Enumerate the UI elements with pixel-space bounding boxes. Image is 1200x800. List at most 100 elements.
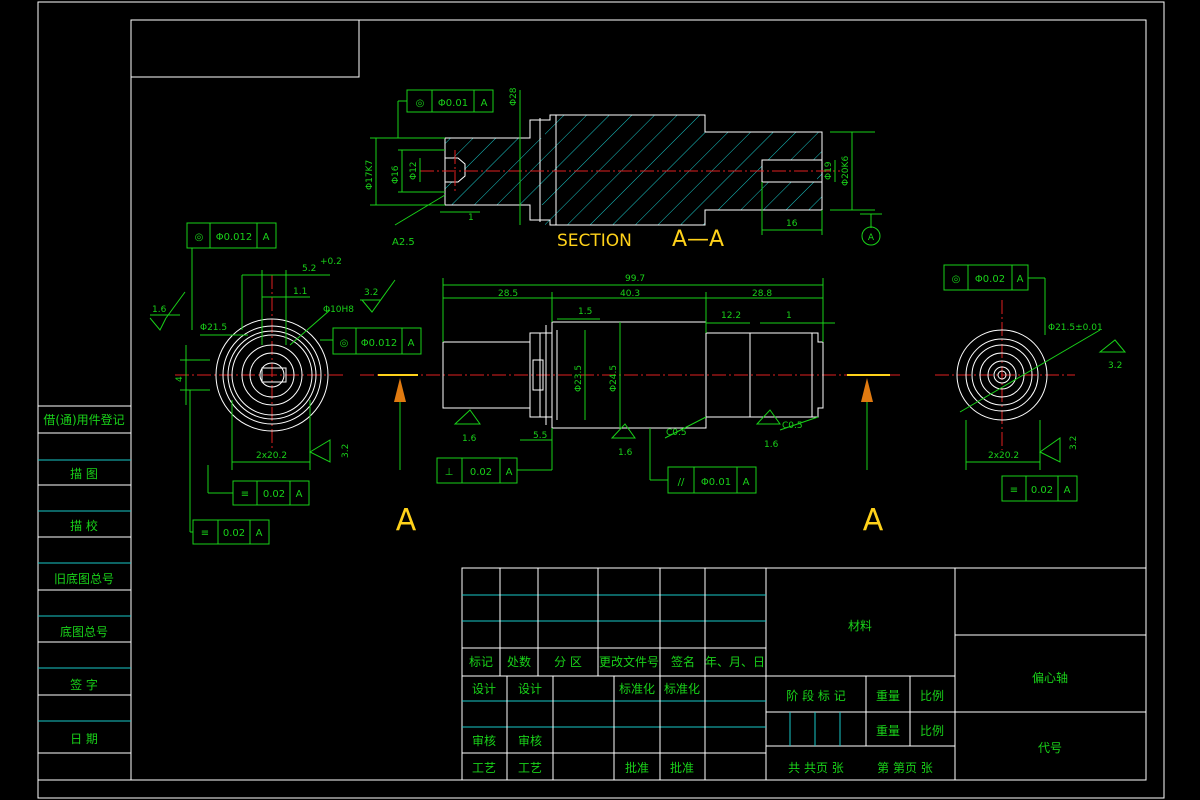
svg-text:更改文件号: 更改文件号 [599, 654, 659, 669]
svg-text:1.6: 1.6 [618, 448, 633, 458]
svg-text:A: A [481, 98, 488, 109]
svg-text:≡: ≡ [1010, 485, 1018, 496]
svg-text:◎: ◎ [340, 338, 349, 349]
material-label: 材料 [848, 619, 872, 633]
svg-text:Φ21.5±0.01: Φ21.5±0.01 [1048, 323, 1103, 333]
svg-text:16: 16 [786, 219, 798, 229]
svg-text:分 区: 分 区 [554, 655, 582, 669]
svg-text:年、月、日: 年、月、日 [705, 655, 765, 669]
svg-text:+0.2: +0.2 [320, 257, 342, 267]
svg-text:99.7: 99.7 [625, 274, 645, 284]
svg-text:1.6: 1.6 [152, 305, 167, 315]
svg-text:重量: 重量 [876, 689, 900, 703]
side-label-3: 描 校 [70, 518, 98, 533]
svg-text:1: 1 [468, 213, 474, 223]
svg-text:A: A [1064, 485, 1071, 496]
svg-text:阶 段 标 记: 阶 段 标 记 [786, 688, 845, 703]
svg-text:28.5: 28.5 [498, 289, 518, 299]
tol-frame-left-sym2: ≡ 0.02 A [189, 390, 270, 545]
svg-text:≡: ≡ [201, 528, 209, 539]
svg-text:1.5: 1.5 [578, 307, 592, 317]
svg-text:标准化: 标准化 [619, 682, 655, 696]
tol-frame-left-top: ◎ Φ0.012 A [186, 222, 277, 330]
svg-text:签名: 签名 [671, 654, 695, 669]
tol-frame-left-sym1: ≡ 0.02 A [207, 465, 310, 506]
svg-text:设计: 设计 [472, 682, 496, 696]
side-panel: 借(通)用件登记 描 图 描 校 旧底图总号 底图总号 签 字 日 期 [37, 405, 132, 781]
svg-text:C0.5: C0.5 [782, 421, 803, 431]
svg-text:4: 4 [175, 376, 185, 382]
svg-text:共 共页 张: 共 共页 张 [788, 761, 844, 775]
svg-text:Φ17K7: Φ17K7 [365, 160, 375, 190]
svg-text:Φ12: Φ12 [409, 161, 419, 180]
front-view: A A 99.7 28.5 40.3 28.8 1.5 12.2 1 5.5 Φ… [360, 274, 900, 538]
svg-text:◎: ◎ [195, 232, 204, 243]
svg-text:0.02: 0.02 [470, 467, 492, 478]
svg-text:2x20.2: 2x20.2 [256, 451, 287, 461]
svg-text:3.2: 3.2 [1069, 436, 1079, 450]
svg-text:Φ0.01: Φ0.01 [701, 477, 731, 488]
svg-text:12.2: 12.2 [721, 311, 741, 321]
title-block: 标记 处数 分 区 更改文件号 签名 年、月、日 设计 设计 标准化 标准化 审… [461, 567, 1147, 781]
svg-text:审核: 审核 [518, 733, 542, 748]
svg-text:A: A [743, 477, 750, 488]
svg-text://: // [678, 477, 685, 488]
svg-text:重量: 重量 [876, 724, 900, 738]
svg-text:Φ23.5: Φ23.5 [574, 365, 584, 392]
section-mark: A—A [672, 227, 724, 252]
code-label: 代号 [1038, 741, 1062, 755]
svg-text:A: A [1017, 274, 1024, 285]
svg-text:A: A [868, 233, 875, 243]
svg-text:3.2: 3.2 [1108, 361, 1122, 371]
svg-text:A: A [256, 528, 263, 539]
side-label-4: 旧底图总号 [54, 571, 114, 586]
svg-text:A: A [506, 467, 513, 478]
tol-frame-right-sym: ≡ 0.02 A [1001, 475, 1078, 502]
svg-text:Φ0.02: Φ0.02 [975, 274, 1005, 285]
svg-text:Φ24.5: Φ24.5 [609, 365, 619, 392]
svg-text:⊥: ⊥ [445, 467, 454, 478]
svg-text:工艺: 工艺 [518, 761, 542, 775]
svg-text:标记: 标记 [469, 655, 493, 669]
tol-frame-1: ◎ Φ0.01 A [397, 89, 494, 138]
svg-text:1: 1 [786, 311, 792, 321]
svg-text:A: A [408, 338, 415, 349]
svg-text:Φ28: Φ28 [509, 87, 519, 106]
svg-text:Φ16: Φ16 [391, 165, 401, 184]
svg-text:0.02: 0.02 [263, 489, 285, 500]
svg-text:Φ0.01: Φ0.01 [438, 98, 468, 109]
svg-text:A2.5: A2.5 [392, 237, 415, 248]
svg-text:工艺: 工艺 [472, 761, 496, 775]
right-end-view: ◎ Φ0.02 A Φ21.5±0.01 3.2 2x20.2 3.2 ≡ 0.… [935, 264, 1127, 502]
svg-text:1.1: 1.1 [293, 287, 307, 297]
svg-text:A: A [263, 232, 270, 243]
svg-text:2x20.2: 2x20.2 [988, 451, 1019, 461]
svg-text:≡: ≡ [241, 489, 249, 500]
svg-text:◎: ◎ [416, 98, 425, 109]
svg-text:审核: 审核 [472, 733, 496, 748]
svg-text:设计: 设计 [518, 682, 542, 696]
svg-text:3.2: 3.2 [364, 288, 378, 298]
tol-frame-right-top: ◎ Φ0.02 A [943, 264, 1046, 335]
svg-text:比例: 比例 [920, 689, 944, 703]
svg-text:1.6: 1.6 [764, 440, 779, 450]
svg-text:0.02: 0.02 [1031, 485, 1053, 496]
side-label-7: 日 期 [70, 732, 98, 746]
side-label-6: 签 字 [70, 677, 98, 692]
svg-text:40.3: 40.3 [620, 289, 640, 299]
svg-text:C0.5: C0.5 [666, 428, 687, 438]
svg-text:Φ0.012: Φ0.012 [361, 338, 398, 349]
svg-text:批准: 批准 [625, 760, 649, 775]
svg-text:5.5: 5.5 [533, 431, 547, 441]
svg-text:标准化: 标准化 [664, 682, 700, 696]
svg-text:Φ21.5: Φ21.5 [200, 323, 227, 333]
part-name: 偏心轴 [1032, 670, 1068, 685]
section-view: ◎ Φ0.01 A Φ17K7 Φ16 Φ12 Φ28 1 A2.5 Φ20K6… [365, 87, 882, 252]
svg-text:第 第页 张: 第 第页 张 [877, 761, 933, 775]
svg-text:Φ0.012: Φ0.012 [216, 232, 253, 243]
svg-text:比例: 比例 [920, 724, 944, 738]
svg-text:处数: 处数 [507, 654, 531, 669]
svg-text:5.2: 5.2 [302, 264, 316, 274]
svg-text:Φ19: Φ19 [824, 161, 834, 180]
svg-text:Φ20K6: Φ20K6 [841, 156, 851, 186]
